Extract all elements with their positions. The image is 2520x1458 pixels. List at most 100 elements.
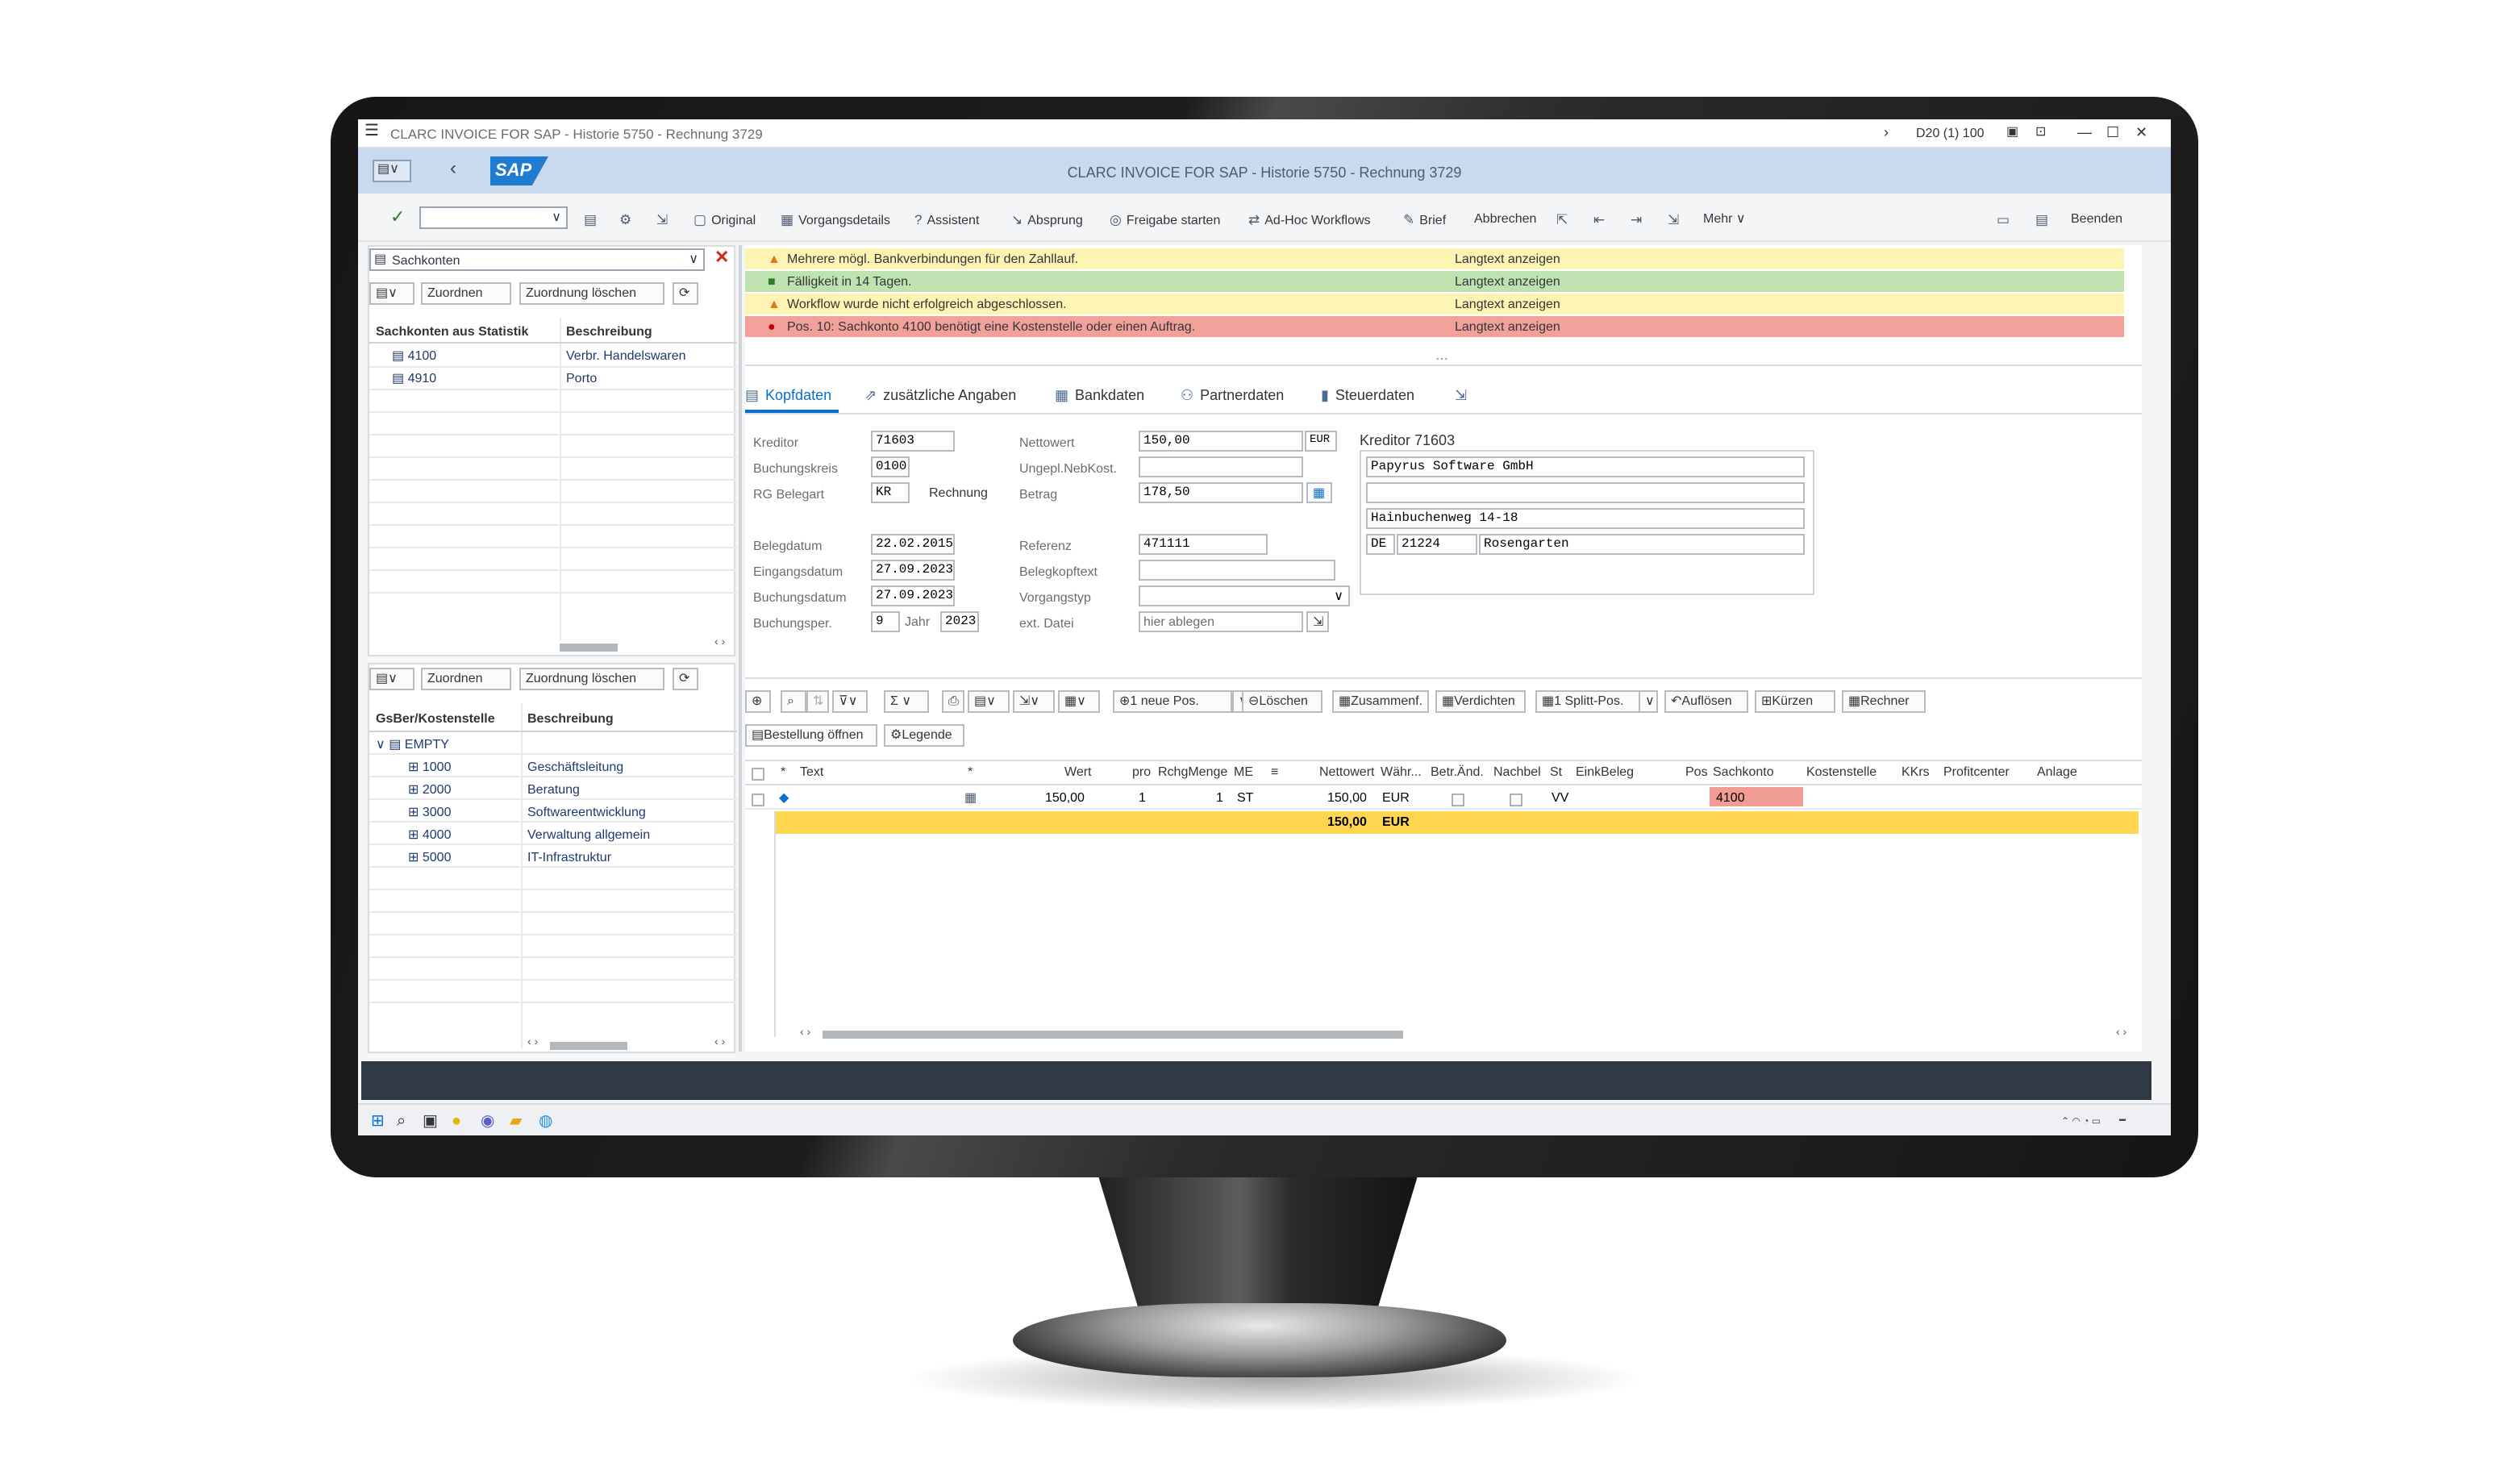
extdatei-field[interactable]: hier ablegen [1139, 611, 1303, 632]
kreditor-field[interactable]: 71603 [871, 431, 955, 452]
export-icon[interactable]: ⇲∨ [1013, 690, 1055, 713]
cell-me[interactable]: ST [1237, 790, 1253, 805]
row-checkbox[interactable] [752, 794, 764, 806]
cell-sachkonto[interactable]: 4100 [1716, 790, 1745, 805]
sum-icon[interactable]: Σ ∨ [884, 690, 929, 713]
list-item[interactable]: ▤ 4910 [392, 371, 436, 385]
tab-more-icon[interactable]: ⇲ [1455, 387, 1473, 405]
horizontal-scrollbar[interactable] [823, 1031, 1403, 1039]
kreditor-street-field[interactable]: Hainbuchenweg 14-18 [1366, 508, 1805, 529]
nav-prev-icon[interactable]: ⇤ [1593, 211, 1610, 229]
kreditor-plz-field[interactable]: 21224 [1397, 534, 1477, 555]
absprung-button[interactable]: ↘ Absprung [1011, 211, 1083, 229]
langtext-link[interactable]: Langtext anzeigen [1455, 271, 1560, 292]
belegkopftext-field[interactable] [1139, 560, 1335, 581]
attach-icon[interactable]: ⇲ [1306, 611, 1329, 632]
cell-pro[interactable]: 1 [1139, 790, 1146, 805]
refresh-icon[interactable]: ⟳ [673, 282, 698, 305]
brief-button[interactable]: ✎ Brief [1403, 211, 1446, 229]
command-field[interactable]: ∨ [419, 206, 568, 229]
belegdatum-field[interactable]: 22.02.2015 [871, 534, 955, 555]
cell-waehr[interactable]: EUR [1382, 790, 1410, 805]
abbrechen-button[interactable]: Abbrechen [1474, 211, 1536, 226]
eingangsdatum-field[interactable]: 27.09.2023 [871, 560, 955, 581]
tree-root[interactable]: ∨ ▤ EMPTY [376, 737, 449, 752]
taskview-icon[interactable]: ▣ [423, 1113, 438, 1131]
scroll-arrows-icon[interactable]: ‹ › [527, 1037, 538, 1048]
tab-partnerdaten[interactable]: ⚇ Partnerdaten [1181, 387, 1284, 405]
kreditor-ort-field[interactable]: Rosengarten [1479, 534, 1805, 555]
layout-icon[interactable]: ▤∨ [968, 690, 1010, 713]
adhoc-workflows-button[interactable]: ⇄ Ad-Hoc Workflows [1248, 211, 1371, 229]
nav-first-icon[interactable]: ⇱ [1556, 211, 1572, 229]
filter-icon[interactable]: ⊽∨ [832, 690, 868, 713]
nav-last-icon[interactable]: ⇲ [1668, 211, 1684, 229]
splitt-pos-button[interactable]: ▦1 Splitt-Pos. [1535, 690, 1642, 713]
kreditor-land-field[interactable]: DE [1366, 534, 1395, 555]
tray-icons[interactable]: ⌃ ◠ ◔ ▭ [2061, 1116, 2101, 1127]
langtext-link[interactable]: Langtext anzeigen [1455, 316, 1560, 337]
chat-icon[interactable]: ◉ [481, 1113, 494, 1131]
save-icon[interactable]: ▤ [584, 211, 602, 229]
window-icon[interactable]: ▭ [1997, 211, 2014, 229]
freigabe-button[interactable]: ◎ Freigabe starten [1110, 211, 1220, 229]
zuordnung-loeschen-button[interactable]: Zuordnung löschen [519, 668, 664, 690]
scroll-arrows-icon[interactable]: ‹ › [2116, 1027, 2126, 1039]
zuordnen-button[interactable]: Zuordnen [421, 282, 511, 305]
scroll-arrows-icon[interactable]: ‹ › [714, 637, 725, 648]
kreditor-name-field[interactable]: Papyrus Software GmbH [1366, 456, 1805, 477]
buchungsper-field[interactable]: 9 [871, 611, 900, 632]
cell-nettowert[interactable]: 150,00 [1327, 790, 1367, 805]
beenden-button[interactable]: Beenden [2071, 211, 2122, 226]
buchungskreis-field[interactable]: 0100 [871, 456, 910, 477]
neue-pos-button[interactable]: ⊕1 neue Pos. [1113, 690, 1232, 713]
kuerzen-button[interactable]: ⊞Kürzen [1755, 690, 1835, 713]
vorgangstyp-select[interactable]: ∨ [1139, 585, 1350, 606]
calculator-icon[interactable]: ▦ [1306, 482, 1332, 503]
browser-icon[interactable]: ◍ [539, 1113, 552, 1131]
waehrung-field[interactable]: EUR [1305, 431, 1337, 452]
tree-item[interactable]: ⊞ 2000 [408, 782, 451, 797]
search-icon[interactable]: ⌕ [781, 690, 806, 713]
nebkost-field[interactable] [1139, 456, 1303, 477]
splitt-dropdown-icon[interactable]: ∨ [1639, 690, 1658, 713]
legende-button[interactable]: ⚙Legende [884, 724, 964, 747]
rg-belegart-field[interactable]: KR [871, 482, 910, 503]
tree-item[interactable]: ⊞ 5000 [408, 850, 451, 864]
mehr-button[interactable]: Mehr ∨ [1703, 211, 1746, 226]
bestellung-oeffnen-button[interactable]: ▤Bestellung öffnen [745, 724, 877, 747]
cell-wert[interactable]: 150,00 [1045, 790, 1085, 805]
assistent-button[interactable]: ? Assistent [914, 211, 979, 227]
zusammenf-button[interactable]: ▦Zusammenf. [1332, 690, 1429, 713]
folder-icon[interactable]: ▰ [510, 1113, 522, 1131]
menu-icon[interactable]: ☰ [364, 123, 379, 140]
minimize-icon[interactable]: — [2077, 124, 2092, 140]
refresh-icon[interactable]: ⟳ [673, 668, 698, 690]
tab-kopfdaten[interactable]: ▤ Kopfdaten [745, 387, 831, 405]
jahr-field[interactable]: 2023 [940, 611, 979, 632]
tab-bankdaten[interactable]: ▦ Bankdaten [1055, 387, 1144, 405]
record-icon[interactable]: ▣ [2006, 124, 2018, 139]
betrag-field[interactable]: 178,50 [1139, 482, 1303, 503]
cell-st[interactable]: VV [1552, 790, 1568, 805]
splitter[interactable] [739, 245, 742, 1052]
tree-item[interactable]: ⊞ 4000 [408, 827, 451, 842]
export-icon[interactable]: ⇲ [656, 211, 673, 229]
sachkonten-select[interactable]: ▤ Sachkonten ∨ [369, 248, 705, 271]
tab-steuerdaten[interactable]: ▮ Steuerdaten [1321, 387, 1414, 405]
select-all-checkbox[interactable] [752, 768, 764, 781]
kreditor-name2-field[interactable] [1366, 482, 1805, 503]
tool-icon[interactable]: ⚙ [619, 211, 636, 229]
horizontal-scrollbar[interactable] [560, 644, 618, 652]
layout-dropdown-icon[interactable]: ▤∨ [369, 668, 414, 690]
widget-icon[interactable]: ● [452, 1113, 461, 1131]
close-panel-icon[interactable]: ✕ [714, 247, 729, 268]
horizontal-scrollbar[interactable] [550, 1042, 627, 1050]
rechner-button[interactable]: ▦Rechner [1842, 690, 1926, 713]
maximize-icon[interactable]: ☐ [2106, 124, 2119, 142]
buchungsdatum-field[interactable]: 27.09.2023 [871, 585, 955, 606]
scroll-arrows-icon[interactable]: ‹ › [714, 1037, 725, 1048]
print-icon[interactable]: ⎙ [942, 690, 964, 713]
referenz-field[interactable]: 471111 [1139, 534, 1268, 555]
tab-zusaetzliche-angaben[interactable]: ⇗ zusätzliche Angaben [864, 387, 1016, 405]
